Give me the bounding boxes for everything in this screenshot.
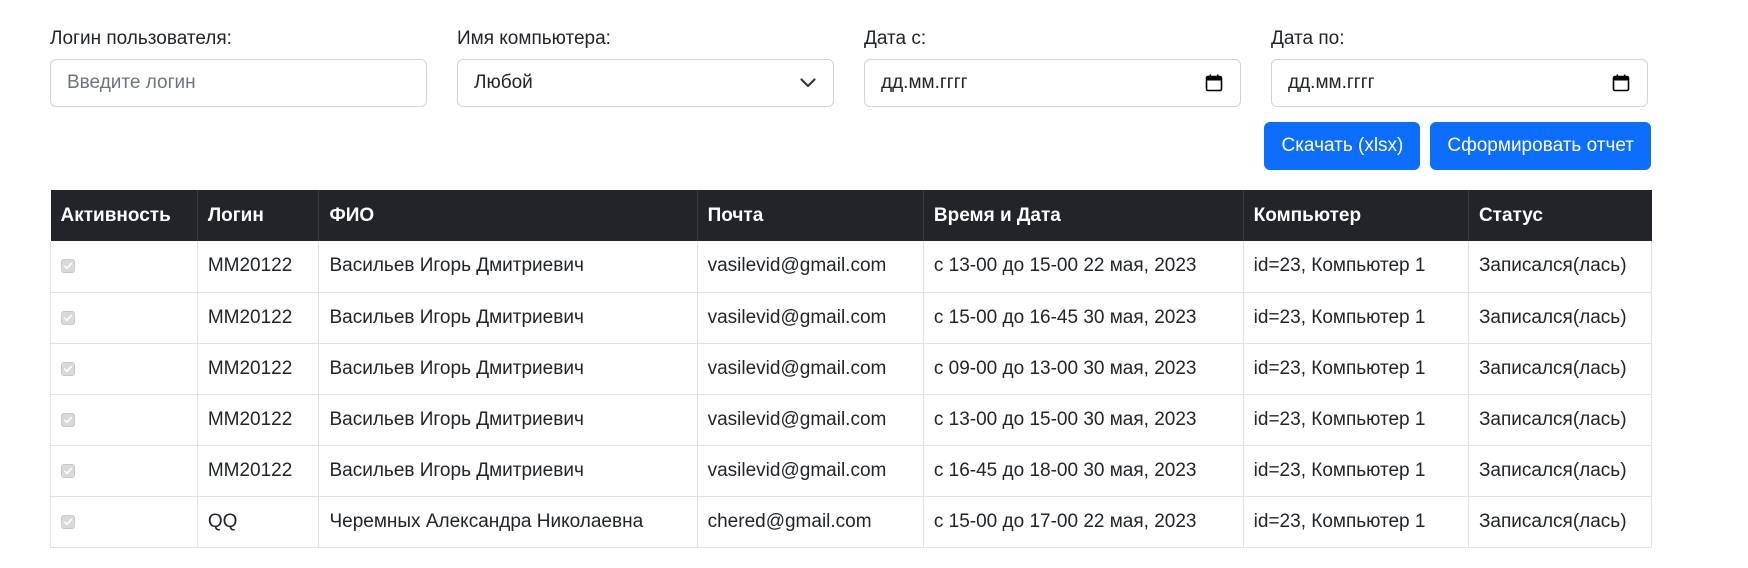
- date-from-input[interactable]: дд.мм.гггг: [864, 59, 1241, 107]
- row-email: vasilevid@gmail.com: [697, 445, 924, 497]
- row-full-name: Васильев Игорь Дмитриевич: [318, 394, 698, 446]
- report-table-container: Активность Логин ФИО Почта Время и Дата …: [50, 190, 1653, 548]
- row-status: Записался(лась): [1468, 394, 1653, 446]
- row-computer: id=23, Компьютер 1: [1243, 241, 1469, 293]
- column-header-name: ФИО: [318, 190, 698, 241]
- row-login: MM20122: [197, 394, 320, 446]
- table-row: MM20122 Васильев Игорь Дмитриевич vasilevi…: [50, 343, 1653, 395]
- row-activity-cell: [50, 343, 198, 395]
- row-login: MM20122: [197, 445, 320, 497]
- calendar-icon[interactable]: [1204, 73, 1224, 93]
- row-computer: id=23, Компьютер 1: [1243, 394, 1469, 446]
- activity-checkbox[interactable]: [61, 259, 75, 273]
- activity-checkbox[interactable]: [61, 361, 75, 376]
- row-datetime: с 15-00 до 17-00 22 мая, 2023: [923, 496, 1244, 548]
- row-email: vasilevid@gmail.com: [697, 241, 924, 293]
- date-to-label: Дата по:: [1271, 28, 1345, 49]
- column-header-datetime: Время и Дата: [923, 190, 1244, 241]
- row-datetime: с 13-00 до 15-00 30 мая, 2023: [923, 394, 1244, 446]
- table-row: MM20122 Васильев Игорь Дмитриевич vasilevi…: [50, 394, 1653, 446]
- row-computer: id=23, Компьютер 1: [1243, 496, 1469, 548]
- column-header-activity: Активность: [50, 190, 198, 241]
- row-status: Записался(лась): [1468, 292, 1653, 344]
- row-datetime: с 09-00 до 13-00 30 мая, 2023: [923, 343, 1244, 395]
- row-status: Записался(лась): [1468, 241, 1653, 293]
- row-activity-cell: [50, 496, 198, 548]
- row-computer: id=23, Компьютер 1: [1243, 292, 1469, 344]
- date-from-filter: Дата с: дд.мм.гггг: [864, 26, 1241, 107]
- row-activity-cell: [50, 394, 198, 446]
- chevron-down-icon: [799, 74, 817, 92]
- table-body: MM20122 Васильев Игорь Дмитриевич vasilevi…: [50, 241, 1653, 548]
- computer-select-value: Любой: [474, 72, 533, 93]
- column-header-login: Логин: [197, 190, 320, 241]
- row-activity-cell: [50, 241, 198, 293]
- row-email: vasilevid@gmail.com: [697, 343, 924, 395]
- row-login: QQ: [197, 496, 320, 548]
- filter-panel: Логин пользователя: Имя компьютера: Любо…: [50, 26, 1651, 107]
- column-header-email: Почта: [697, 190, 924, 241]
- column-header-computer: Компьютер: [1243, 190, 1469, 241]
- row-full-name: Васильев Игорь Дмитриевич: [318, 241, 698, 293]
- download-xlsx-button[interactable]: Скачать (xlsx): [1264, 122, 1421, 170]
- row-status: Записался(лась): [1468, 343, 1653, 395]
- date-from-value: дд.мм.гггг: [881, 72, 968, 93]
- computer-filter: Имя компьютера: Любой: [457, 26, 834, 107]
- row-email: vasilevid@gmail.com: [697, 292, 924, 344]
- action-buttons: Скачать (xlsx) Сформировать отчет: [1264, 122, 1651, 170]
- row-full-name: Васильев Игорь Дмитриевич: [318, 445, 698, 497]
- table-header-row: Активность Логин ФИО Почта Время и Дата …: [50, 190, 1652, 241]
- activity-checkbox[interactable]: [61, 310, 75, 325]
- login-filter: Логин пользователя:: [50, 26, 427, 107]
- row-status: Записался(лась): [1468, 445, 1653, 497]
- row-datetime: с 16-45 до 18-00 30 мая, 2023: [923, 445, 1244, 497]
- table-row: MM20122 Васильев Игорь Дмитриевич vasilevi…: [50, 445, 1653, 497]
- column-header-status: Статус: [1468, 190, 1652, 241]
- row-email: chered@gmail.com: [697, 496, 924, 548]
- row-login: MM20122: [197, 343, 320, 395]
- row-login: MM20122: [197, 292, 320, 344]
- row-datetime: с 15-00 до 16-45 30 мая, 2023: [923, 292, 1244, 344]
- table-row: MM20122 Васильев Игорь Дмитриевич vasilevi…: [50, 241, 1653, 293]
- computer-label: Имя компьютера:: [457, 28, 611, 49]
- report-page: Логин пользователя: Имя компьютера: Любо…: [0, 0, 1748, 568]
- table-row: MM20122 Васильев Игорь Дмитриевич vasilevi…: [50, 292, 1653, 344]
- row-full-name: Васильев Игорь Дмитриевич: [318, 292, 698, 344]
- row-datetime: с 13-00 до 15-00 22 мая, 2023: [923, 241, 1244, 293]
- row-computer: id=23, Компьютер 1: [1243, 445, 1469, 497]
- row-computer: id=23, Компьютер 1: [1243, 343, 1469, 395]
- row-activity-cell: [50, 445, 198, 497]
- computer-select[interactable]: Любой: [457, 59, 834, 107]
- date-to-value: дд.мм.гггг: [1288, 72, 1375, 93]
- row-email: vasilevid@gmail.com: [697, 394, 924, 446]
- report-table: Активность Логин ФИО Почта Время и Дата …: [50, 190, 1653, 548]
- row-login: MM20122: [197, 241, 320, 293]
- login-label: Логин пользователя:: [50, 28, 232, 49]
- login-input-wrapper: [50, 59, 427, 107]
- row-full-name: Черемных Александра Николаевна: [318, 496, 698, 548]
- row-full-name: Васильев Игорь Дмитриевич: [318, 343, 698, 395]
- row-activity-cell: [50, 292, 198, 344]
- generate-report-button[interactable]: Сформировать отчет: [1430, 122, 1651, 170]
- date-to-input[interactable]: дд.мм.гггг: [1271, 59, 1648, 107]
- date-from-label: Дата с:: [864, 28, 927, 49]
- activity-checkbox[interactable]: [61, 412, 75, 427]
- row-status: Записался(лась): [1468, 496, 1653, 548]
- login-input[interactable]: [67, 72, 410, 94]
- activity-checkbox[interactable]: [61, 463, 75, 478]
- calendar-icon[interactable]: [1611, 73, 1631, 93]
- table-row: QQ Черемных Александра Николаевна chered@g…: [50, 496, 1653, 548]
- activity-checkbox[interactable]: [61, 514, 75, 529]
- date-to-filter: Дата по: дд.мм.гггг: [1271, 26, 1648, 107]
